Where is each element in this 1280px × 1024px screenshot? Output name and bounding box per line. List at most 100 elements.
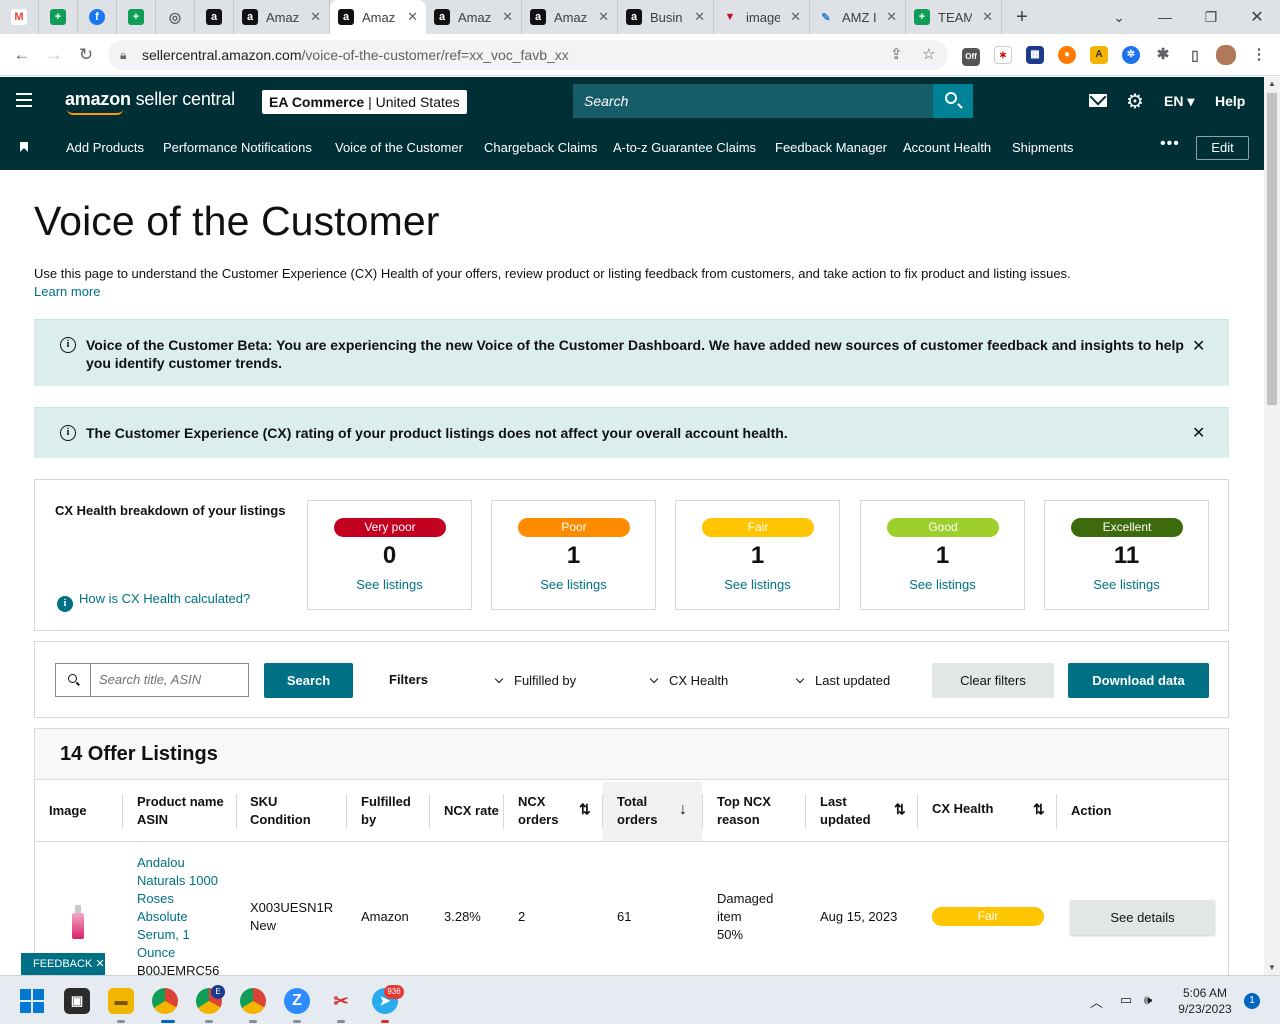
download-data-button[interactable]: Download data — [1068, 663, 1209, 698]
learn-more-link[interactable]: Learn more — [34, 284, 100, 299]
hamburger-menu-icon[interactable] — [16, 93, 32, 107]
clear-filters-button[interactable]: Clear filters — [932, 663, 1054, 698]
close-icon[interactable]: ✕ — [886, 9, 897, 25]
restore-icon[interactable]: ❐ — [1188, 0, 1234, 34]
windows-start-icon[interactable] — [20, 989, 44, 1013]
col-total-orders[interactable]: Total orders — [617, 793, 657, 829]
nav-a-to-z-claims[interactable]: A-to-z Guarantee Claims — [613, 140, 756, 155]
close-icon[interactable]: ✕ — [982, 9, 993, 25]
tab-amz[interactable]: ✎ AMZ I ✕ — [810, 0, 906, 34]
more-icon[interactable]: ••• — [1160, 135, 1180, 153]
scrollbar-thumb[interactable] — [1267, 93, 1277, 405]
nav-performance-notifications[interactable]: Performance Notifications — [163, 140, 312, 155]
close-icon[interactable]: ✕ — [95, 958, 104, 970]
product-image[interactable] — [71, 905, 85, 941]
minimize-icon[interactable]: — — [1142, 0, 1188, 34]
chevron-up-icon[interactable]: ︿ — [1090, 992, 1103, 1011]
nav-shipments[interactable]: Shipments — [1012, 140, 1073, 155]
bookmark-icon[interactable] — [20, 142, 28, 152]
extension-helium-icon[interactable]: ✲ — [1122, 46, 1140, 64]
see-listings-link[interactable]: See listings — [676, 577, 839, 592]
close-icon[interactable]: ✕ — [502, 9, 513, 25]
notification-badge[interactable]: 1 — [1244, 993, 1260, 1009]
window-close-icon[interactable]: ✕ — [1234, 0, 1280, 34]
chrome-alt-icon[interactable] — [240, 988, 266, 1014]
tab-image[interactable]: ▼ image ✕ — [714, 0, 810, 34]
page-scrollbar[interactable]: ▲ ▼ — [1264, 77, 1280, 975]
snipping-tool-icon[interactable]: ✂ — [328, 988, 354, 1014]
mail-icon[interactable] — [1089, 94, 1107, 107]
bookmark-star-icon[interactable]: ☆ — [922, 40, 935, 70]
sort-icon[interactable]: ⇅ — [579, 801, 591, 818]
volume-icon[interactable]: 🕪︎ — [1144, 992, 1152, 1008]
task-view-icon[interactable]: ▣ — [64, 988, 90, 1014]
last-updated-dropdown[interactable]: Last updated — [795, 673, 890, 688]
close-icon[interactable]: ✕ — [598, 9, 609, 25]
url-field[interactable]: 🔒︎ sellercentral.amazon.com/voice-of-the… — [108, 40, 948, 70]
see-listings-link[interactable]: See listings — [1045, 577, 1208, 592]
extension-off-icon[interactable]: Off — [962, 48, 980, 66]
forward-icon[interactable]: → — [42, 43, 66, 67]
product-name-link[interactable]: Andalou Naturals 1000 Roses Absolute Ser… — [137, 854, 219, 980]
col-cx-health[interactable]: CX Health — [932, 800, 993, 818]
close-icon[interactable]: ✕ — [1192, 423, 1205, 443]
tab-sheets[interactable]: + — [39, 0, 78, 34]
sort-icon[interactable]: ⇅ — [1033, 801, 1045, 818]
header-search-button[interactable] — [933, 84, 973, 118]
col-ncx-orders[interactable]: NCX orders — [518, 793, 558, 829]
extension-icon[interactable]: ∗ — [994, 46, 1012, 64]
cx-health-dropdown[interactable]: CX Health — [649, 673, 728, 688]
tab-amazon[interactable]: a — [195, 0, 234, 34]
nav-voice-of-the-customer[interactable]: Voice of the Customer — [335, 140, 463, 155]
col-last-updated[interactable]: Last updated — [820, 793, 871, 829]
reload-icon[interactable]: ↻ — [74, 43, 98, 67]
chrome-icon[interactable] — [152, 988, 178, 1014]
search-button[interactable]: Search — [264, 663, 353, 698]
system-clock[interactable]: 5:06 AM 9/23/2023 — [1170, 985, 1240, 1017]
tab-business[interactable]: a Busin ✕ — [618, 0, 714, 34]
language-selector[interactable]: EN ▾ — [1164, 93, 1194, 110]
header-search-input[interactable]: Search — [573, 84, 933, 118]
store-selector[interactable]: EA Commerce | United States — [262, 90, 467, 114]
scroll-down-icon[interactable]: ▼ — [1268, 963, 1276, 972]
close-icon[interactable]: ✕ — [694, 9, 705, 25]
seller-central-logo[interactable]: amazon seller central — [65, 89, 235, 115]
tab-team[interactable]: + TEAM ✕ — [906, 0, 1002, 34]
listing-search-input[interactable]: Search title, ASIN — [90, 663, 249, 697]
network-icon[interactable]: ▭ — [1120, 992, 1132, 1008]
new-tab-icon[interactable]: + — [1002, 6, 1042, 29]
see-details-button[interactable]: See details — [1070, 900, 1215, 935]
extension-grid-icon[interactable]: ▦ — [1026, 46, 1044, 64]
sort-descending-icon[interactable]: ↓ — [679, 801, 687, 819]
scroll-up-icon[interactable]: ▲ — [1268, 79, 1276, 88]
browser-menu-icon[interactable]: ⋮ — [1250, 46, 1268, 64]
tab-gmail[interactable]: M — [0, 0, 39, 34]
tab-globe[interactable]: ◎ — [156, 0, 195, 34]
gear-icon[interactable]: ⚙ — [1126, 89, 1144, 114]
close-icon[interactable]: ✕ — [310, 9, 321, 25]
file-explorer-icon[interactable]: ▬ — [108, 988, 134, 1014]
see-listings-link[interactable]: See listings — [308, 577, 471, 592]
see-listings-link[interactable]: See listings — [492, 577, 655, 592]
nav-add-products[interactable]: Add Products — [66, 140, 144, 155]
see-listings-link[interactable]: See listings — [861, 577, 1024, 592]
nav-chargeback-claims[interactable]: Chargeback Claims — [484, 140, 597, 155]
help-link[interactable]: Help — [1215, 93, 1245, 109]
extension-fox-icon[interactable]: ● — [1058, 46, 1076, 64]
close-icon[interactable]: ✕ — [790, 9, 801, 25]
tab-amazon-4[interactable]: a Amaz ✕ — [522, 0, 618, 34]
tab-sheets-2[interactable]: + — [117, 0, 156, 34]
profile-avatar[interactable] — [1216, 45, 1236, 65]
extension-scout-icon[interactable]: A — [1090, 46, 1108, 64]
tab-amazon-3[interactable]: a Amaz ✕ — [426, 0, 522, 34]
extensions-puzzle-icon[interactable]: ✱ — [1154, 46, 1172, 64]
tab-search-icon[interactable]: ⌄ — [1096, 0, 1142, 34]
back-icon[interactable]: ← — [10, 43, 34, 67]
tab-amazon-active[interactable]: a Amaz ✕ — [330, 0, 426, 34]
zoom-icon[interactable]: Z — [284, 988, 310, 1014]
share-icon[interactable]: ⇪ — [890, 40, 903, 70]
close-icon[interactable]: ✕ — [407, 9, 418, 25]
side-panel-icon[interactable]: ▯ — [1186, 46, 1204, 64]
tab-facebook[interactable]: f — [78, 0, 117, 34]
nav-account-health[interactable]: Account Health — [903, 140, 991, 155]
